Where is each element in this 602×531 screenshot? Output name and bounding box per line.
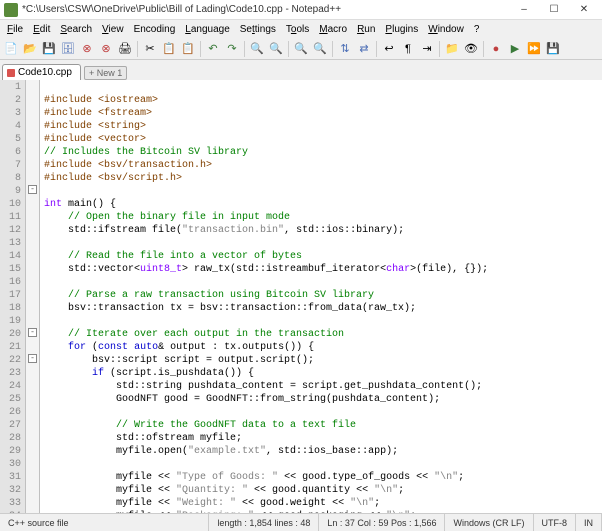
menu-encoding[interactable]: Encoding bbox=[129, 22, 181, 37]
allchars-icon[interactable]: ¶ bbox=[399, 40, 417, 58]
redo-icon[interactable]: ↷ bbox=[223, 40, 241, 58]
fold-toggle-icon[interactable]: - bbox=[28, 354, 37, 363]
menu-edit[interactable]: Edit bbox=[28, 22, 55, 37]
cut-icon[interactable]: ✂ bbox=[141, 40, 159, 58]
copy-icon[interactable]: 📋 bbox=[160, 40, 178, 58]
window-title: *C:\Users\CSW\OneDrive\Public\Bill of La… bbox=[22, 4, 510, 15]
indent-icon[interactable]: ⇥ bbox=[418, 40, 436, 58]
status-language: C++ source file bbox=[0, 514, 209, 531]
replace-icon[interactable]: 🔍 bbox=[267, 40, 285, 58]
zoom-out-icon[interactable]: 🔍 bbox=[311, 40, 329, 58]
close-file-icon[interactable]: ⊗ bbox=[78, 40, 96, 58]
title-bar: *C:\Users\CSW\OneDrive\Public\Bill of La… bbox=[0, 0, 602, 20]
record-icon[interactable]: ● bbox=[487, 40, 505, 58]
playback-fast-icon[interactable]: ⏩ bbox=[525, 40, 543, 58]
line-number-gutter: 1234567891011121314151617181920212223242… bbox=[0, 80, 26, 513]
code-content[interactable]: #include <iostream> #include <fstream> #… bbox=[40, 80, 602, 513]
minimize-button[interactable]: – bbox=[510, 1, 538, 19]
fold-toggle-icon[interactable]: - bbox=[28, 185, 37, 194]
undo-icon[interactable]: ↶ bbox=[204, 40, 222, 58]
tab-bar: Code10.cpp + New 1 bbox=[0, 60, 602, 80]
menu-language[interactable]: Language bbox=[180, 22, 235, 37]
close-button[interactable]: ✕ bbox=[570, 1, 598, 19]
app-icon bbox=[4, 3, 18, 17]
menu-macro[interactable]: Macro bbox=[314, 22, 352, 37]
new-tab-button[interactable]: + New 1 bbox=[84, 66, 127, 80]
sync-h-icon[interactable]: ⇄ bbox=[355, 40, 373, 58]
open-file-icon[interactable]: 📂 bbox=[21, 40, 39, 58]
menu-plugins[interactable]: Plugins bbox=[380, 22, 423, 37]
folder-icon[interactable]: 📁 bbox=[443, 40, 461, 58]
status-length: length : 1,854 lines : 48 bbox=[209, 514, 319, 531]
tab-code10[interactable]: Code10.cpp bbox=[2, 64, 81, 80]
menu-view[interactable]: View bbox=[97, 22, 129, 37]
fold-margin[interactable]: - - - bbox=[26, 80, 40, 513]
status-insert-mode[interactable]: IN bbox=[576, 514, 602, 531]
new-file-icon[interactable]: 📄 bbox=[2, 40, 20, 58]
print-icon[interactable]: 🖨 bbox=[116, 40, 134, 58]
monitor-icon[interactable]: 👁 bbox=[462, 40, 480, 58]
find-icon[interactable]: 🔍 bbox=[248, 40, 266, 58]
status-encoding[interactable]: UTF-8 bbox=[534, 514, 577, 531]
paste-icon[interactable]: 📋 bbox=[179, 40, 197, 58]
editor-area[interactable]: 1234567891011121314151617181920212223242… bbox=[0, 80, 602, 513]
menu-bar: File Edit Search View Encoding Language … bbox=[0, 20, 602, 38]
menu-run[interactable]: Run bbox=[352, 22, 380, 37]
save-macro-icon[interactable]: 💾 bbox=[544, 40, 562, 58]
menu-file[interactable]: File bbox=[2, 22, 28, 37]
close-all-icon[interactable]: ⊗ bbox=[97, 40, 115, 58]
sync-v-icon[interactable]: ⇅ bbox=[336, 40, 354, 58]
menu-tools[interactable]: Tools bbox=[281, 22, 314, 37]
save-all-icon[interactable]: 🗄 bbox=[59, 40, 77, 58]
wordwrap-icon[interactable]: ↩ bbox=[380, 40, 398, 58]
zoom-in-icon[interactable]: 🔍 bbox=[292, 40, 310, 58]
play-icon[interactable]: ▶ bbox=[506, 40, 524, 58]
toolbar: 📄 📂 💾 🗄 ⊗ ⊗ 🖨 ✂ 📋 📋 ↶ ↷ 🔍 🔍 🔍 🔍 ⇅ ⇄ ↩ ¶ … bbox=[0, 38, 602, 60]
menu-search[interactable]: Search bbox=[55, 22, 97, 37]
maximize-button[interactable]: ☐ bbox=[540, 1, 568, 19]
save-icon[interactable]: 💾 bbox=[40, 40, 58, 58]
menu-window[interactable]: Window bbox=[423, 22, 469, 37]
status-bar: C++ source file length : 1,854 lines : 4… bbox=[0, 513, 602, 531]
status-eol[interactable]: Windows (CR LF) bbox=[445, 514, 533, 531]
menu-help[interactable]: ? bbox=[469, 22, 485, 37]
unsaved-indicator-icon bbox=[7, 69, 15, 77]
menu-settings[interactable]: Settings bbox=[235, 22, 281, 37]
tab-label: Code10.cpp bbox=[18, 67, 72, 78]
status-position: Ln : 37 Col : 59 Pos : 1,566 bbox=[319, 514, 445, 531]
fold-toggle-icon[interactable]: - bbox=[28, 328, 37, 337]
